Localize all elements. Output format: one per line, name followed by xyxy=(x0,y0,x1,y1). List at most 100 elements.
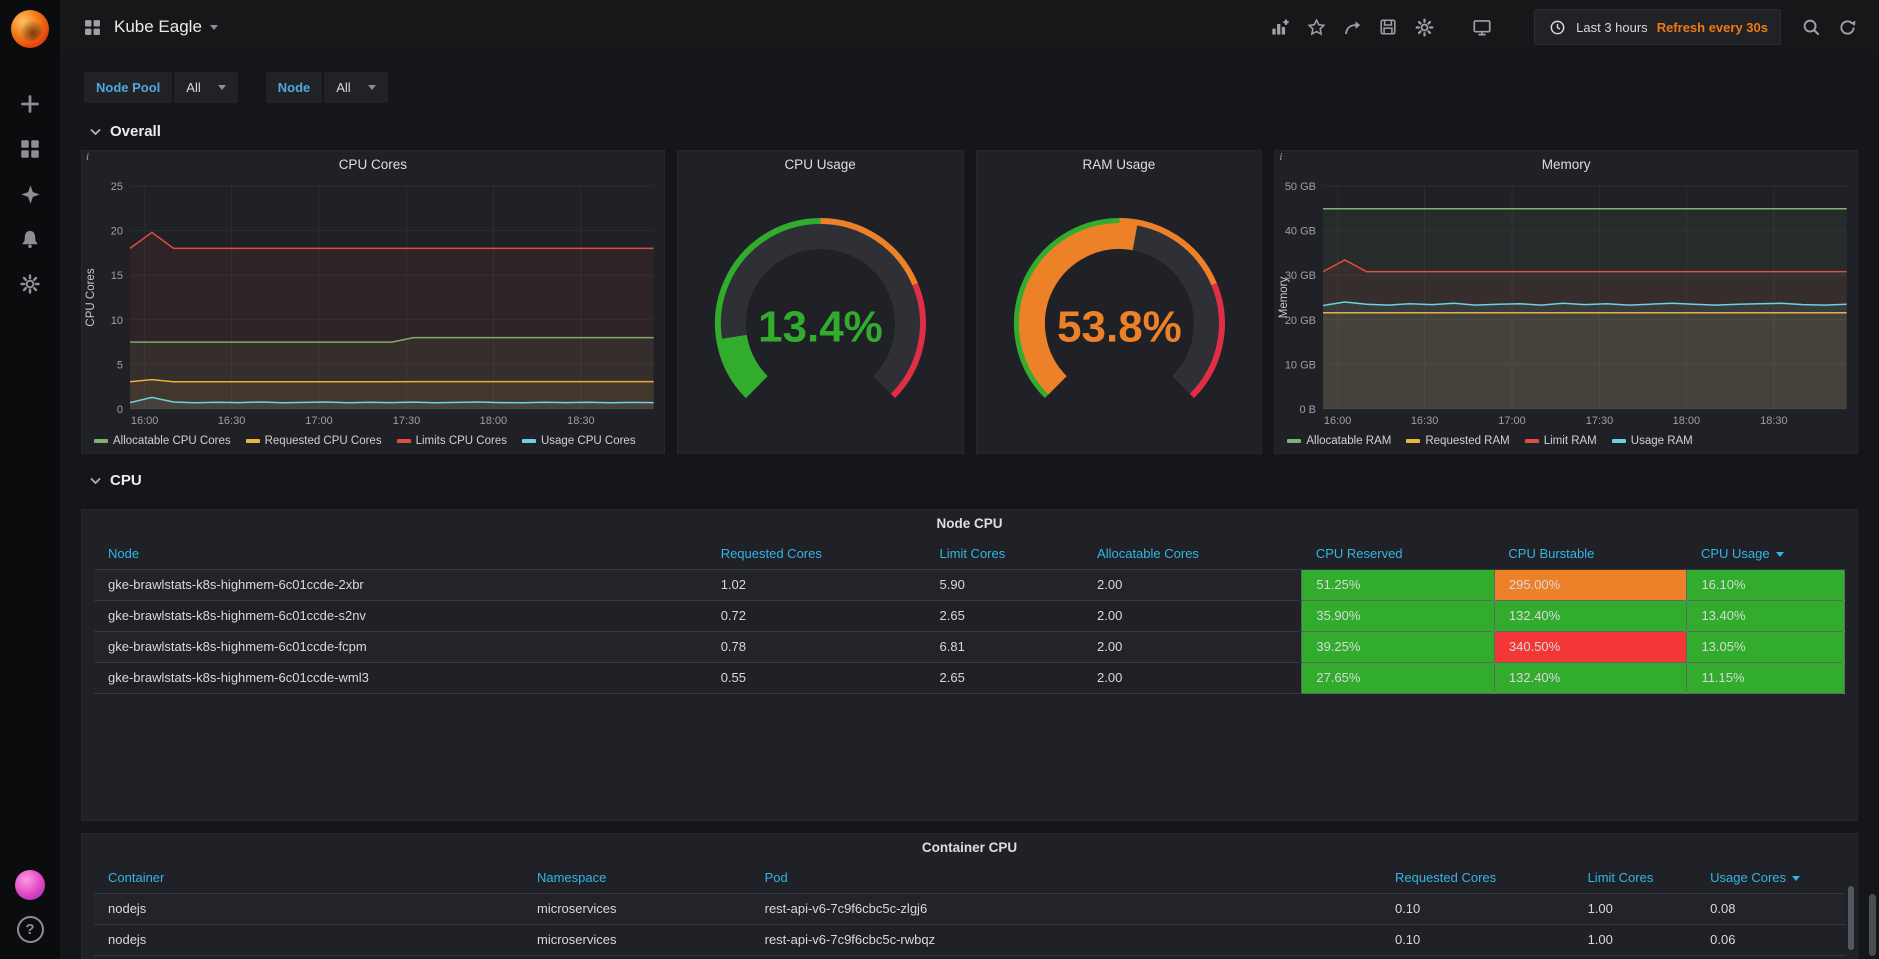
column-header[interactable]: Limit Cores xyxy=(1573,863,1697,894)
refresh-interval-label[interactable]: Refresh every 30s xyxy=(1657,20,1768,35)
table-cell: 1.00 xyxy=(1573,893,1697,925)
configuration-gear-icon[interactable] xyxy=(18,272,42,296)
panel-info-icon[interactable]: i xyxy=(1279,151,1282,163)
time-range-picker[interactable]: Last 3 hours Refresh every 30s xyxy=(1534,9,1781,45)
chevron-down-icon xyxy=(367,85,376,90)
threshold-cell: 27.65% xyxy=(1301,661,1495,694)
table-cell: 0.78 xyxy=(706,631,926,663)
variable-node: Node All xyxy=(265,72,388,103)
alerting-icon[interactable] xyxy=(18,227,42,251)
help-icon[interactable]: ? xyxy=(16,916,44,943)
chevron-down-icon xyxy=(209,24,218,30)
legend-item[interactable]: Usage CPU Cores xyxy=(521,435,636,447)
column-header[interactable]: CPU Usage xyxy=(1686,539,1845,570)
legend-item[interactable]: Limits CPU Cores xyxy=(396,435,507,447)
panel-title[interactable]: RAM Usage xyxy=(977,151,1262,178)
container-cpu-table: Container Namespace Pod Requested Cores Limi… xyxy=(94,863,1845,956)
panel-memory: i Memory 0 B 10 GB 20 GB 30 GB 40 GB 50 GB 16:… xyxy=(1274,150,1858,454)
table-cell: 6.81 xyxy=(925,631,1084,663)
threshold-cell: 295.00% xyxy=(1493,568,1688,601)
node-cpu-table: Node Requested Cores Limit Cores Allocatabl… xyxy=(94,539,1845,694)
svg-text:18:30: 18:30 xyxy=(567,415,595,427)
gauge-value: 13.4% xyxy=(758,303,883,352)
chevron-down-icon xyxy=(217,85,226,90)
refresh-icon[interactable] xyxy=(1837,17,1857,37)
zoom-out-icon[interactable] xyxy=(1801,17,1821,37)
variable-value-dropdown[interactable]: All xyxy=(324,72,388,103)
column-header[interactable]: Container xyxy=(94,863,523,894)
dashboard-picker[interactable]: Kube Eagle xyxy=(82,17,218,37)
dashboards-icon[interactable] xyxy=(18,137,42,161)
page-scrollbar-thumb[interactable] xyxy=(1869,894,1876,956)
ram-usage-gauge: 53.8% xyxy=(1013,218,1225,399)
svg-text:5: 5 xyxy=(117,359,123,371)
panel-title[interactable]: Node CPU xyxy=(94,510,1845,537)
panel-title[interactable]: Memory xyxy=(1275,151,1857,178)
legend-item[interactable]: Requested RAM xyxy=(1406,435,1510,447)
cpu-cores-chart[interactable]: 0 5 10 15 20 25 16:00 16:30 17:00 17:30 18:00 18:30… xyxy=(82,178,664,429)
table-cell: microservices xyxy=(522,924,751,956)
legend-label: Requested RAM xyxy=(1425,435,1510,447)
clock-icon xyxy=(1547,17,1567,37)
column-header[interactable]: CPU Burstable xyxy=(1494,539,1687,570)
time-range-label: Last 3 hours xyxy=(1576,19,1648,35)
table-cell: microservices xyxy=(522,893,751,925)
grafana-logo[interactable] xyxy=(11,10,49,48)
svg-text:16:00: 16:00 xyxy=(131,415,159,427)
cpu-usage-gauge: 13.4% xyxy=(714,218,926,399)
table-cell: nodejs xyxy=(94,924,523,956)
memory-chart[interactable]: 0 B10 GB20 GB30 GB40 GB50 GB16:00 16:30 17… xyxy=(1275,178,1857,429)
create-icon[interactable] xyxy=(18,92,42,116)
panel-title[interactable]: CPU Cores xyxy=(82,151,664,178)
table-cell: gke-brawlstats-k8s-highmem-6c01ccde-s2nv xyxy=(94,600,707,632)
legend-item[interactable]: Limit RAM xyxy=(1524,435,1597,447)
table-scrollbar-thumb[interactable] xyxy=(1848,886,1854,950)
column-header[interactable]: Requested Cores xyxy=(1380,863,1574,894)
svg-text:18:30: 18:30 xyxy=(1760,415,1788,427)
svg-text:18:00: 18:00 xyxy=(480,415,508,427)
legend-item[interactable]: Allocatable CPU Cores xyxy=(94,435,231,447)
table-row: gke-brawlstats-k8s-highmem-6c01ccde-2xbr… xyxy=(94,568,1845,601)
sort-caret-icon xyxy=(1775,552,1784,558)
table-cell: 0.55 xyxy=(706,662,926,694)
svg-text:40 GB: 40 GB xyxy=(1285,226,1316,238)
chart-legend: Allocatable CPU Cores Requested CPU Cores… xyxy=(82,429,664,453)
column-header[interactable]: Limit Cores xyxy=(925,539,1084,570)
section-row-overall[interactable]: Overall xyxy=(60,113,1879,148)
explore-icon[interactable] xyxy=(18,182,42,206)
share-icon[interactable] xyxy=(1342,17,1362,37)
legend-swatch xyxy=(94,439,108,443)
legend-item[interactable]: Requested CPU Cores xyxy=(245,435,382,447)
user-avatar[interactable] xyxy=(15,870,45,900)
table-cell: rest-api-v6-7c9f6cbc5c-zlgj6 xyxy=(750,893,1381,925)
column-header[interactable]: CPU Reserved xyxy=(1301,539,1495,570)
variable-value-dropdown[interactable]: All xyxy=(174,72,238,103)
add-panel-icon[interactable] xyxy=(1270,17,1290,37)
column-header[interactable]: Node xyxy=(94,539,707,570)
cycle-view-icon[interactable] xyxy=(1472,17,1492,37)
panel-cpu-cores: i CPU Cores 0 5 10 15 20 25 16:00 16:30 17:00 17:… xyxy=(81,150,665,454)
table-cell: 0.08 xyxy=(1696,893,1845,925)
column-header[interactable]: Requested Cores xyxy=(706,539,926,570)
table-cell: 2.65 xyxy=(925,600,1084,632)
panel-title[interactable]: CPU Usage xyxy=(678,151,963,178)
column-header[interactable]: Pod xyxy=(750,863,1381,894)
legend-item[interactable]: Usage RAM xyxy=(1611,435,1693,447)
variable-value: All xyxy=(336,80,351,95)
panel-title[interactable]: Container CPU xyxy=(94,834,1845,861)
settings-gear-icon[interactable] xyxy=(1414,17,1434,37)
svg-text:10: 10 xyxy=(111,315,123,327)
threshold-cell: 340.50% xyxy=(1493,630,1688,663)
legend-item[interactable]: Allocatable RAM xyxy=(1287,435,1391,447)
save-icon[interactable] xyxy=(1378,17,1398,37)
section-row-cpu[interactable]: CPU xyxy=(60,462,1879,497)
column-header[interactable]: Namespace xyxy=(522,863,751,894)
star-icon[interactable] xyxy=(1306,17,1326,37)
table-cell: 2.65 xyxy=(925,662,1084,694)
column-header[interactable]: Usage Cores xyxy=(1696,863,1845,894)
svg-text:15: 15 xyxy=(111,270,123,282)
panel-info-icon[interactable]: i xyxy=(86,151,89,163)
column-header[interactable]: Allocatable Cores xyxy=(1083,539,1302,570)
table-cell: 1.02 xyxy=(706,569,926,601)
svg-text:17:00: 17:00 xyxy=(305,415,333,427)
